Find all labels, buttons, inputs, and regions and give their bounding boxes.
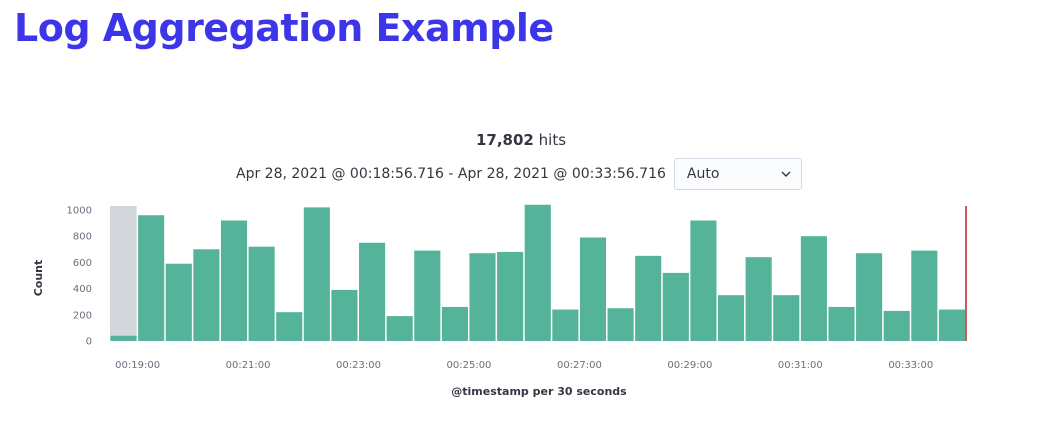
histogram-bar[interactable] [138,215,165,341]
hits-label: hits [538,131,567,149]
histogram-bar[interactable] [717,295,745,341]
x-tick-label: 00:19:00 [115,360,160,371]
histogram-bar[interactable] [524,204,551,341]
x-tick-label: 00:33:00 [888,360,933,371]
x-axis: 00:19:00 00:21:00 00:23:00 00:25:00 00:27:00… [115,360,933,371]
y-tick-label: 200 [73,310,92,321]
histogram-bar[interactable] [276,312,303,341]
x-tick-label: 00:23:00 [336,360,381,371]
y-axis-title: Count [32,260,45,297]
y-tick-label: 400 [73,284,92,295]
histogram-bar[interactable] [883,310,910,341]
x-tick-label: 00:29:00 [667,360,712,371]
histogram-bar[interactable] [911,250,938,341]
interval-select-value: Auto [686,166,720,182]
histogram-bar[interactable] [331,289,358,341]
histogram-bar[interactable] [220,220,248,341]
interval-select[interactable]: Auto [673,158,802,190]
hits-count: 17,802 [475,131,534,149]
x-tick-label: 00:27:00 [557,360,602,371]
histogram-bar[interactable] [773,295,800,341]
histogram-bar[interactable] [303,207,330,341]
histogram-bar[interactable] [579,237,607,341]
histogram-bar[interactable] [800,236,827,341]
histogram-bar[interactable] [690,220,717,341]
histogram-bar[interactable] [552,309,579,341]
y-tick-label: 1000 [67,206,92,217]
histogram-bar[interactable] [497,251,524,341]
histogram-bar[interactable] [828,306,855,341]
histogram-bar[interactable] [469,253,496,341]
bars-group [110,204,967,341]
x-axis-title: @timestamp per 30 seconds [451,385,627,398]
histogram-bar[interactable] [359,242,386,341]
x-tick-label: 00:21:00 [226,360,271,371]
y-tick-label: 600 [73,258,92,269]
histogram-bar[interactable] [856,253,883,341]
histogram-bar[interactable] [441,306,468,341]
histogram-chart: 0 200 400 600 800 1000 00:19:00 00:21:00 00:23:… [32,204,967,398]
time-range-text: Apr 28, 2021 @ 00:18:56.716 - Apr 28, 20… [236,166,666,182]
x-tick-label: 00:25:00 [447,360,492,371]
histogram-bar[interactable] [193,249,220,341]
partial-bucket-shade [110,206,137,341]
histogram-bar[interactable] [745,257,772,341]
time-range-row: Apr 28, 2021 @ 00:18:56.716 - Apr 28, 20… [236,157,802,191]
histogram-bar[interactable] [414,250,441,341]
y-axis: 0 200 400 600 800 1000 [67,206,92,348]
histogram-bar[interactable] [165,263,192,341]
histogram-bar[interactable] [635,255,662,341]
histogram-bar[interactable] [662,272,689,341]
histogram-bar[interactable] [607,308,634,341]
y-tick-label: 800 [73,232,92,243]
histogram-bar[interactable] [386,316,413,341]
hits-summary: 17,802 hits [0,131,1042,149]
page-title: Log Aggregation Example [14,6,554,50]
histogram-bar[interactable] [110,335,137,341]
histogram-bar[interactable] [938,309,965,341]
histogram-bar[interactable] [248,246,275,341]
y-tick-label: 0 [86,337,92,348]
chevron-down-icon [781,171,791,177]
x-tick-label: 00:31:00 [778,360,823,371]
